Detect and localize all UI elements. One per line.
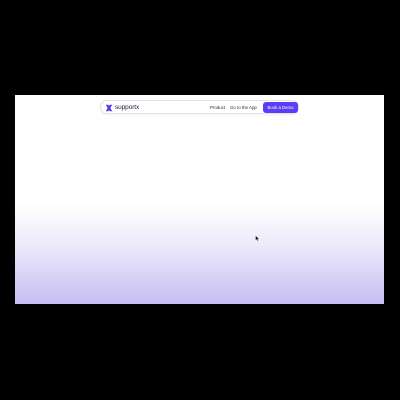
brand-logo-link[interactable]: supportx bbox=[105, 103, 139, 112]
book-demo-button[interactable]: Book a Demo bbox=[263, 102, 298, 113]
mouse-pointer-icon bbox=[255, 235, 260, 242]
top-navbar: supportx Product Go to the App Book a De… bbox=[100, 100, 299, 114]
nav-link-product[interactable]: Product bbox=[210, 103, 225, 112]
landing-page-viewport: supportx Product Go to the App Book a De… bbox=[15, 95, 384, 304]
brand-name: supportx bbox=[115, 104, 140, 111]
supportx-logo-icon bbox=[105, 104, 113, 111]
nav-link-go-to-app[interactable]: Go to the App bbox=[230, 103, 257, 112]
